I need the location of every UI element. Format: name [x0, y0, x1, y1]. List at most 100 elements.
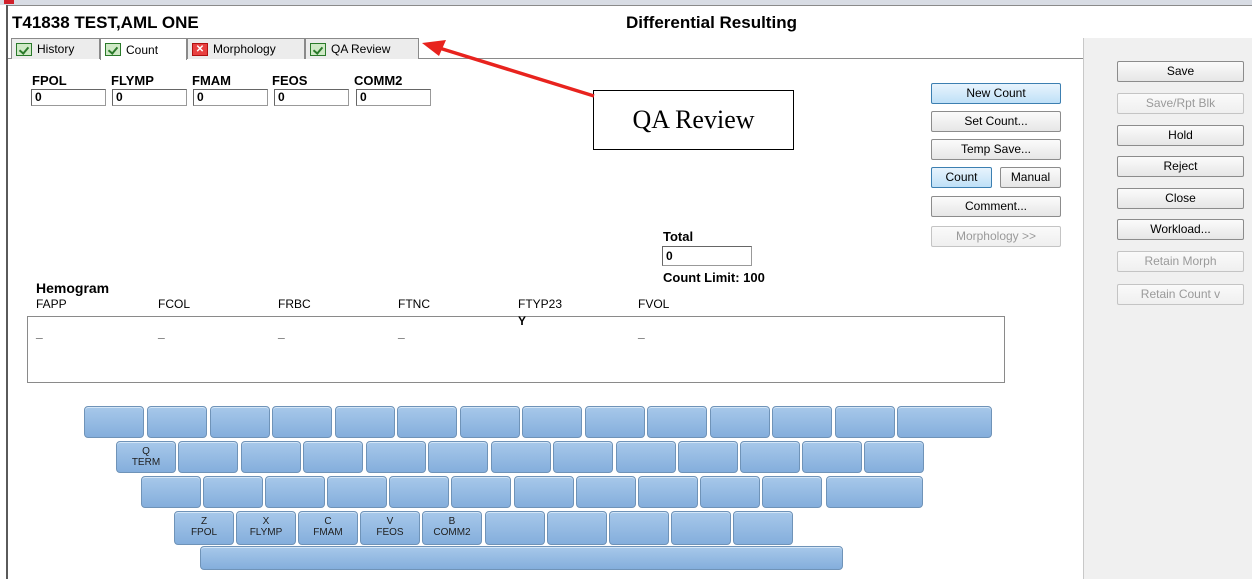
key-v-sub: FEOS	[376, 527, 404, 538]
key-z-letter: Z	[200, 516, 208, 527]
tab-bar: History Count ✕ Morphology QA Review	[8, 38, 1083, 60]
keyboard-key[interactable]	[366, 441, 426, 473]
error-x-icon: ✕	[192, 42, 208, 56]
tab-morphology[interactable]: ✕ Morphology	[187, 38, 305, 59]
keyboard-key[interactable]	[485, 511, 545, 545]
keyboard-key[interactable]	[733, 511, 793, 545]
hemogram-column-header: FRBC	[278, 297, 311, 311]
key-v[interactable]: V FEOS	[360, 511, 420, 545]
key-v-letter: V	[386, 516, 394, 527]
keyboard-key[interactable]	[178, 441, 238, 473]
hemogram-column-header: FAPP	[36, 297, 67, 311]
flymp-input[interactable]: 0	[112, 89, 187, 106]
key-x-letter: X	[262, 516, 270, 527]
app-icon	[4, 0, 14, 4]
checkmark-icon	[310, 42, 326, 56]
field-label-fpol: FPOL	[32, 73, 67, 88]
qa-review-callout: QA Review	[593, 90, 794, 150]
keyboard-key[interactable]	[460, 406, 520, 438]
count-mode-button[interactable]: Count	[931, 167, 992, 188]
keyboard-key[interactable]	[303, 441, 363, 473]
set-count-button[interactable]: Set Count...	[931, 111, 1061, 132]
tab-count-label: Count	[126, 42, 159, 57]
keyboard-key[interactable]	[451, 476, 511, 508]
key-b[interactable]: B COMM2	[422, 511, 482, 545]
close-button[interactable]: Close	[1117, 188, 1244, 209]
total-input: 0	[662, 246, 752, 266]
keyboard-key[interactable]	[141, 476, 201, 508]
keyboard-key[interactable]	[835, 406, 895, 438]
keyboard-key[interactable]	[671, 511, 731, 545]
spacebar-key[interactable]	[200, 546, 843, 570]
total-label: Total	[663, 229, 694, 244]
keyboard-key[interactable]	[491, 441, 551, 473]
key-q-letter: Q	[142, 446, 150, 457]
key-q[interactable]: Q TERM	[116, 441, 176, 473]
keyboard-key[interactable]	[609, 511, 669, 545]
field-label-comm2: COMM2	[354, 73, 403, 88]
tab-history[interactable]: History	[11, 38, 100, 59]
keyboard-key[interactable]	[272, 406, 332, 438]
keyboard-key[interactable]	[700, 476, 760, 508]
keyboard-key[interactable]	[335, 406, 395, 438]
keyboard-key[interactable]	[147, 406, 207, 438]
keyboard-key[interactable]	[576, 476, 636, 508]
fmam-input[interactable]: 0	[193, 89, 268, 106]
feos-input[interactable]: 0	[274, 89, 349, 106]
keyboard-key[interactable]	[710, 406, 770, 438]
keyboard-key[interactable]	[84, 406, 144, 438]
workload-button[interactable]: Workload...	[1117, 219, 1244, 240]
keyboard-key[interactable]	[203, 476, 263, 508]
keyboard-key[interactable]	[740, 441, 800, 473]
keyboard-key[interactable]	[553, 441, 613, 473]
keyboard-key[interactable]	[241, 441, 301, 473]
keyboard-key[interactable]	[772, 406, 832, 438]
reject-button[interactable]: Reject	[1117, 156, 1244, 177]
keyboard-key[interactable]	[397, 406, 457, 438]
hemogram-column-header: FTYP23	[518, 297, 563, 311]
hemogram-column-header: FCOL	[158, 297, 191, 311]
retain-morph-button[interactable]: Retain Morph	[1117, 251, 1244, 272]
keyboard-key[interactable]	[514, 476, 574, 508]
keyboard-key[interactable]	[647, 406, 707, 438]
keyboard-key[interactable]	[762, 476, 822, 508]
keyboard-key[interactable]	[897, 406, 992, 438]
hemogram-value: Y	[518, 314, 527, 328]
window-frame-top	[8, 5, 1252, 6]
keyboard-key[interactable]	[616, 441, 676, 473]
keyboard-key[interactable]	[327, 476, 387, 508]
morphology-button[interactable]: Morphology >>	[931, 226, 1061, 247]
save-rpt-blk-button[interactable]: Save/Rpt Blk	[1117, 93, 1244, 114]
comm2-input[interactable]: 0	[356, 89, 431, 106]
retain-count-button[interactable]: Retain Count v	[1117, 284, 1244, 305]
key-x[interactable]: X FLYMP	[236, 511, 296, 545]
new-count-button[interactable]: New Count	[931, 83, 1061, 104]
key-c-letter: C	[324, 516, 332, 527]
hold-button[interactable]: Hold	[1117, 125, 1244, 146]
temp-save-button[interactable]: Temp Save...	[931, 139, 1061, 160]
key-c[interactable]: C FMAM	[298, 511, 358, 545]
keyboard-key[interactable]	[678, 441, 738, 473]
tab-qa-review[interactable]: QA Review	[305, 38, 419, 59]
keyboard-key[interactable]	[802, 441, 862, 473]
keyboard-key[interactable]	[428, 441, 488, 473]
tab-history-label: History	[37, 42, 75, 56]
keyboard-key[interactable]	[547, 511, 607, 545]
comment-button[interactable]: Comment...	[931, 196, 1061, 217]
keyboard-key[interactable]	[826, 476, 923, 508]
keyboard-key[interactable]	[638, 476, 698, 508]
save-button[interactable]: Save	[1117, 61, 1244, 82]
tab-count[interactable]: Count	[100, 38, 187, 60]
key-c-sub: FMAM	[313, 527, 343, 538]
keyboard-key[interactable]	[389, 476, 449, 508]
count-limit-text: Count Limit: 100	[663, 270, 765, 285]
keyboard-key[interactable]	[864, 441, 924, 473]
keyboard-key[interactable]	[585, 406, 645, 438]
field-label-flymp: FLYMP	[111, 73, 154, 88]
keyboard-key[interactable]	[265, 476, 325, 508]
fpol-input[interactable]: 0	[31, 89, 106, 106]
key-z[interactable]: Z FPOL	[174, 511, 234, 545]
keyboard-key[interactable]	[210, 406, 270, 438]
keyboard-key[interactable]	[522, 406, 582, 438]
manual-mode-button[interactable]: Manual	[1000, 167, 1061, 188]
